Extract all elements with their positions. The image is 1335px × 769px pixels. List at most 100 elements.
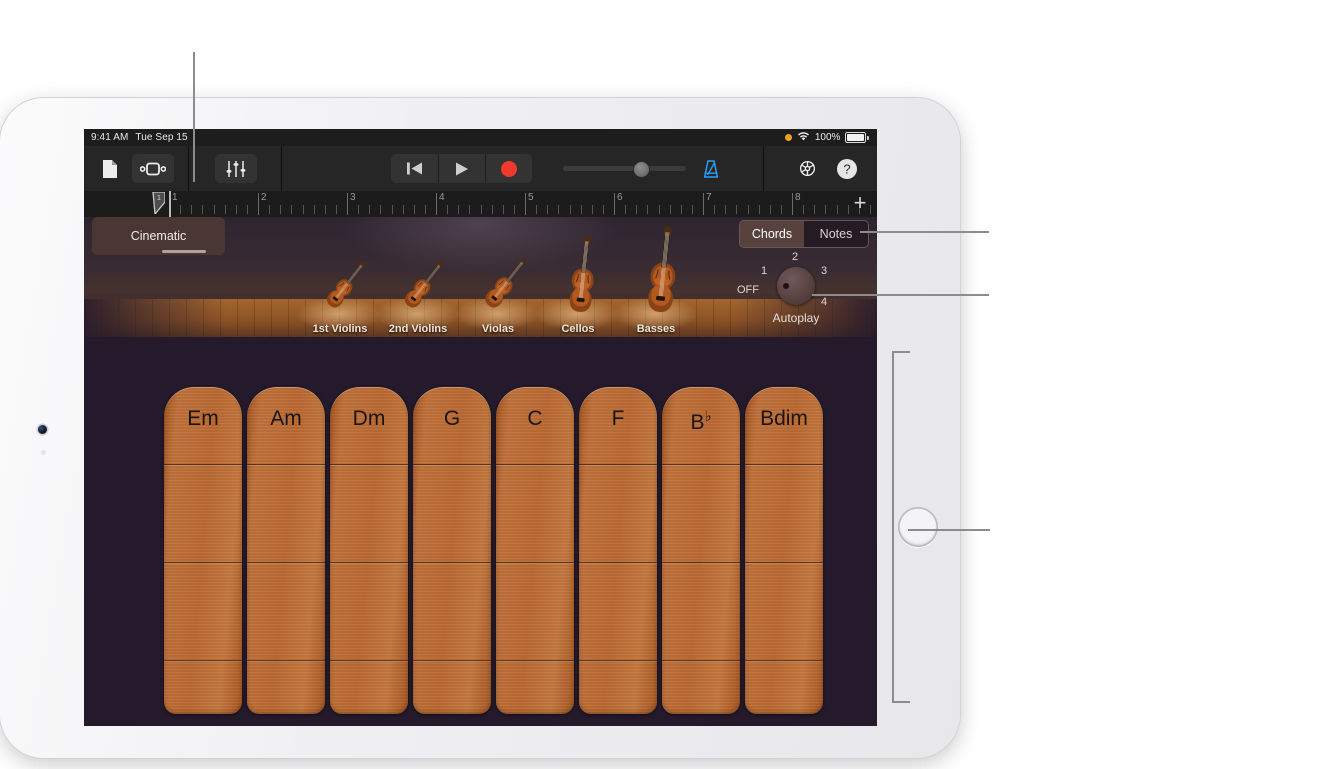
tab-notes-label: Notes bbox=[819, 227, 853, 241]
instrument-icon-3[interactable] bbox=[478, 248, 527, 313]
autoplay-knob[interactable] bbox=[777, 267, 815, 305]
chord-strip-divider bbox=[247, 464, 325, 465]
chord-strip[interactable]: Em bbox=[164, 387, 242, 714]
timeline-ruler[interactable]: 1 2 3 4 5 6 7 8 1 + bbox=[84, 191, 877, 218]
ruler-bar-number: 5 bbox=[528, 192, 534, 203]
chord-strip-label: G bbox=[443, 407, 461, 430]
ambient-sensor-icon bbox=[41, 450, 46, 455]
gear-icon[interactable] bbox=[791, 154, 823, 183]
instrument-icon-4[interactable] bbox=[558, 234, 604, 317]
ruler-tick bbox=[413, 205, 415, 214]
ruler-tick bbox=[636, 205, 638, 214]
chord-strip-label: Bdim bbox=[760, 407, 808, 430]
chord-strip[interactable]: F bbox=[579, 387, 657, 714]
ruler-bar-line bbox=[703, 193, 704, 215]
garageband-app: 9:41 AM Tue Sep 15 100% ? 1 2 3 4 5 6 7 … bbox=[84, 129, 877, 726]
chord-strip-divider bbox=[745, 562, 823, 563]
chord-strip[interactable]: Dm bbox=[330, 387, 408, 714]
chord-strip-divider bbox=[579, 562, 657, 563]
status-time: 9:41 AM bbox=[91, 132, 129, 143]
chord-strip[interactable]: C bbox=[496, 387, 574, 714]
ruler-tick bbox=[380, 205, 382, 214]
autoplay-pos-3[interactable]: 3 bbox=[821, 265, 827, 277]
ruler-tick bbox=[480, 205, 482, 214]
ruler-tick bbox=[291, 205, 293, 214]
ruler-tick bbox=[725, 205, 727, 214]
ruler-tick bbox=[269, 205, 271, 214]
chord-strip[interactable]: B♭ bbox=[662, 387, 740, 714]
ruler-tick bbox=[458, 205, 460, 214]
chord-strip-divider bbox=[413, 562, 491, 563]
chord-strip-divider bbox=[579, 464, 657, 465]
metronome-icon[interactable] bbox=[695, 154, 727, 183]
instrument-icon-5[interactable] bbox=[636, 224, 686, 317]
volume-thumb[interactable] bbox=[634, 162, 649, 177]
chord-strip-divider bbox=[413, 464, 491, 465]
master-volume-slider[interactable] bbox=[563, 162, 686, 177]
play-button[interactable] bbox=[438, 154, 485, 183]
browser-icon[interactable] bbox=[93, 154, 127, 183]
add-track-button[interactable]: + bbox=[849, 192, 871, 215]
record-button[interactable] bbox=[485, 154, 532, 183]
ruler-tick bbox=[391, 205, 393, 214]
callout-line-chords-notes bbox=[860, 231, 989, 233]
ruler-tick bbox=[313, 205, 315, 214]
svg-text:1: 1 bbox=[157, 195, 161, 202]
svg-text:?: ? bbox=[843, 161, 850, 176]
ruler-tick bbox=[335, 205, 337, 214]
chord-strip-divider bbox=[330, 464, 408, 465]
chord-strip-divider bbox=[579, 660, 657, 661]
chord-strip-label: Em bbox=[187, 407, 219, 430]
ruler-bar-number: 7 bbox=[706, 192, 712, 203]
autoplay-off-label[interactable]: OFF bbox=[737, 284, 759, 296]
ruler-tick bbox=[502, 205, 504, 214]
autoplay-pos-2[interactable]: 2 bbox=[792, 251, 798, 263]
toolbar-divider bbox=[763, 146, 764, 191]
chord-strip-divider bbox=[745, 660, 823, 661]
ruler-tick bbox=[825, 205, 827, 214]
instrument-label: Basses bbox=[636, 323, 676, 335]
ruler-tick bbox=[491, 205, 493, 214]
ruler-tick bbox=[591, 205, 593, 214]
playhead-flag-icon[interactable]: 1 bbox=[150, 191, 166, 216]
instrument-icon-2[interactable] bbox=[398, 252, 444, 313]
ruler-tick bbox=[680, 205, 682, 214]
playhead[interactable] bbox=[169, 191, 171, 217]
chord-strip[interactable]: Am bbox=[247, 387, 325, 714]
autoplay-pos-1[interactable]: 1 bbox=[761, 265, 767, 277]
tracks-view-icon[interactable] bbox=[132, 154, 174, 183]
status-date: Tue Sep 15 bbox=[135, 132, 188, 143]
ruler-tick bbox=[280, 205, 282, 214]
toolbar-divider bbox=[281, 146, 282, 191]
help-button[interactable]: ? bbox=[831, 154, 863, 183]
autoplay-knob-indicator bbox=[783, 283, 789, 289]
transport-controls bbox=[391, 154, 532, 183]
chord-strip[interactable]: G bbox=[413, 387, 491, 714]
home-button[interactable] bbox=[898, 507, 938, 547]
ruler-tick bbox=[213, 205, 215, 214]
chord-strip-label: B♭ bbox=[690, 408, 712, 434]
ruler-tick bbox=[235, 205, 237, 214]
ruler-tick bbox=[324, 205, 326, 214]
chord-strip[interactable]: Bdim bbox=[745, 387, 823, 714]
instrument-icon-1[interactable] bbox=[320, 252, 366, 313]
ruler-tick bbox=[803, 205, 805, 214]
chord-strip-label: Dm bbox=[352, 407, 386, 430]
chord-strip-divider bbox=[496, 562, 574, 563]
chord-strip-divider bbox=[413, 660, 491, 661]
tab-chords[interactable]: Chords bbox=[740, 221, 804, 247]
status-bar-left: 9:41 AM Tue Sep 15 bbox=[91, 132, 188, 143]
ruler-tick bbox=[558, 205, 560, 214]
ruler-bar-number: 2 bbox=[261, 192, 267, 203]
mixer-icon[interactable] bbox=[215, 154, 257, 183]
wifi-icon bbox=[797, 131, 810, 144]
rewind-button[interactable] bbox=[391, 154, 438, 183]
ruler-bar-number: 1 bbox=[172, 192, 178, 203]
ruler-bar-line bbox=[792, 193, 793, 215]
chord-strip-divider bbox=[247, 562, 325, 563]
smart-strings-surface: 1st Violins 2nd Violins Violas Cellos Basses… bbox=[84, 217, 877, 726]
ruler-bar-number: 8 bbox=[795, 192, 801, 203]
chords-notes-switch[interactable]: Chords Notes bbox=[739, 220, 869, 248]
autoplay-pos-4[interactable]: 4 bbox=[821, 296, 827, 308]
tab-notes[interactable]: Notes bbox=[804, 221, 868, 247]
